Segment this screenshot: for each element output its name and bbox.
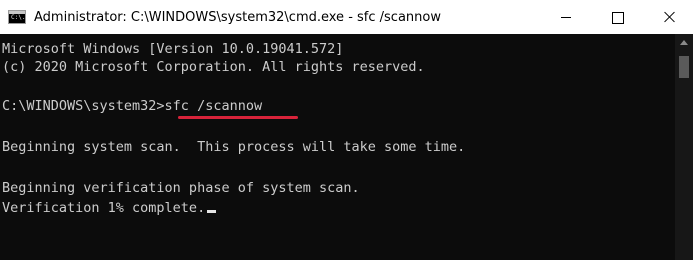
console-line-scan-begin: Beginning system scan. This process will… (2, 139, 466, 155)
close-icon (664, 11, 676, 23)
scroll-up-arrow-icon[interactable] (680, 40, 688, 45)
console-line-copyright: (c) 2020 Microsoft Corporation. All righ… (2, 59, 425, 75)
minimize-icon (561, 17, 571, 18)
window-controls (543, 0, 693, 34)
console-line-progress: Verification 1% complete. (2, 199, 217, 217)
progress-text: Verification 1% complete. (2, 200, 206, 216)
minimize-button[interactable] (543, 0, 589, 34)
maximize-button[interactable] (595, 0, 641, 34)
maximize-icon (612, 12, 624, 24)
scrollbar-thumb[interactable] (679, 56, 689, 78)
console-line-command: C:\WINDOWS\system32>sfc /scannow (2, 98, 263, 114)
cmd-window: C:\. Administrator: C:\WINDOWS\system32\… (0, 0, 693, 260)
command-highlight-underline (178, 116, 298, 119)
close-button[interactable] (647, 0, 693, 34)
console-line-verification-phase: Beginning verification phase of system s… (2, 180, 360, 196)
console-output[interactable]: Microsoft Windows [Version 10.0.19041.57… (0, 34, 675, 260)
window-title: Administrator: C:\WINDOWS\system32\cmd.e… (34, 9, 441, 25)
console-line-version: Microsoft Windows [Version 10.0.19041.57… (2, 41, 344, 57)
vertical-scrollbar[interactable] (675, 34, 693, 260)
cmd-icon-glyph: C:\. (11, 14, 26, 21)
text-cursor (207, 210, 217, 213)
cmd-icon[interactable]: C:\. (8, 10, 26, 24)
title-bar[interactable]: C:\. Administrator: C:\WINDOWS\system32\… (0, 0, 693, 34)
